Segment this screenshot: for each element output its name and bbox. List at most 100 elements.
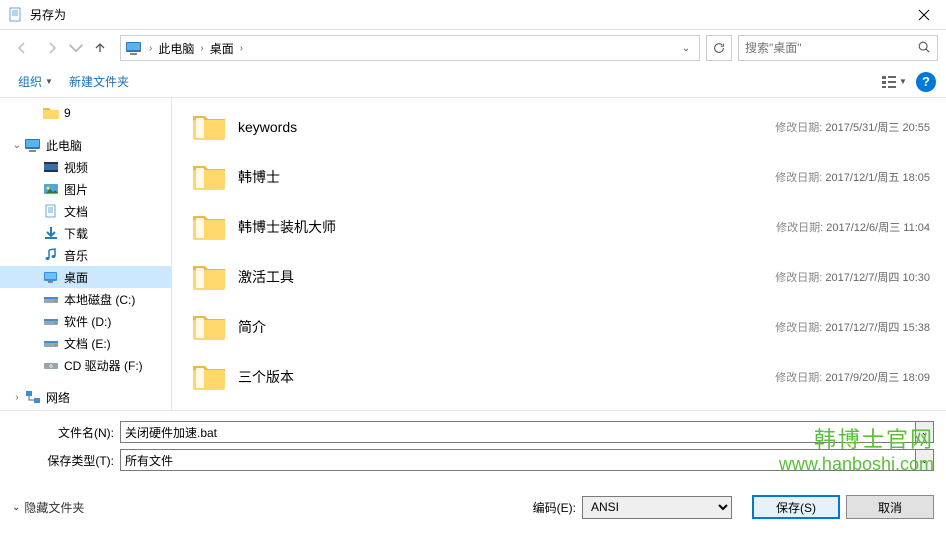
sidebar-item-5[interactable]: ›文档 [0, 200, 171, 222]
sidebar-item-2[interactable]: ⌄ 此电脑 [0, 134, 171, 156]
documents-icon [42, 203, 60, 219]
new-folder-button[interactable]: 新建文件夹 [61, 69, 137, 94]
search-input[interactable] [745, 41, 917, 55]
refresh-button[interactable] [706, 35, 732, 61]
cancel-button[interactable]: 取消 [846, 495, 934, 519]
search-icon[interactable] [917, 40, 931, 57]
search-box[interactable] [738, 35, 938, 61]
breadcrumb-separator: › [147, 43, 154, 54]
main-area: ›9⌄此电脑›视频›图片›文档›下载›音乐›桌面›本地磁盘 (C:)›软件 (D… [0, 98, 946, 410]
file-row[interactable]: 简介修改日期: 2017/12/7/周四 15:38 [172, 302, 946, 352]
save-button[interactable]: 保存(S) [752, 495, 840, 519]
savetype-dropdown[interactable]: ⌄ [916, 449, 934, 471]
app-icon [8, 7, 24, 23]
file-date: 修改日期: 2017/5/31/周三 20:55 [775, 119, 930, 135]
sidebar-item-label: 9 [64, 106, 71, 120]
sidebar-item-9[interactable]: ›本地磁盘 (C:) [0, 288, 171, 310]
encoding-label: 编码(E): [533, 499, 576, 516]
file-name: keywords [238, 119, 775, 135]
file-date: 修改日期: 2017/12/6/周三 11:04 [776, 219, 930, 235]
window-title: 另存为 [30, 6, 901, 23]
drive-icon [42, 291, 60, 307]
file-list[interactable]: keywords修改日期: 2017/5/31/周三 20:55韩博士修改日期:… [172, 98, 946, 410]
sidebar-item-label: 网络 [46, 389, 70, 406]
expand-icon[interactable]: › [10, 392, 24, 403]
sidebar-item-10[interactable]: ›软件 (D:) [0, 310, 171, 332]
sidebar-item-3[interactable]: ›视频 [0, 156, 171, 178]
sidebar-item-label: 视频 [64, 159, 88, 176]
breadcrumb-separator: › [198, 43, 205, 54]
filename-input[interactable] [120, 421, 916, 443]
file-date: 修改日期: 2017/12/7/周四 10:30 [775, 269, 930, 285]
back-button[interactable] [8, 35, 36, 61]
file-row[interactable]: keywords修改日期: 2017/5/31/周三 20:55 [172, 102, 946, 152]
filename-dropdown[interactable]: ⌄ [916, 421, 934, 443]
chevron-down-icon: ⌄ [12, 502, 20, 513]
pc-icon [24, 137, 42, 153]
hide-folders-toggle[interactable]: ⌄ 隐藏文件夹 [12, 499, 84, 516]
file-date: 修改日期: 2017/12/1/周五 18:05 [775, 169, 930, 185]
sidebar-item-0[interactable]: ›9 [0, 102, 171, 124]
folder-icon [190, 158, 228, 196]
organize-menu[interactable]: 组织▼ [10, 69, 61, 94]
breadcrumb-pc[interactable]: 此电脑 [154, 40, 198, 57]
network-icon [24, 389, 42, 405]
sidebar-item-12[interactable]: ›CD 驱动器 (F:) [0, 354, 171, 376]
help-button[interactable]: ? [916, 72, 936, 92]
filename-label: 文件名(N): [0, 424, 120, 441]
sidebar-item-11[interactable]: ›文档 (E:) [0, 332, 171, 354]
pc-icon [125, 40, 143, 56]
file-name: 韩博士 [238, 167, 775, 187]
folder-icon [190, 208, 228, 246]
address-bar[interactable]: › 此电脑 › 桌面 › ⌄ [120, 35, 700, 61]
sidebar-item-14[interactable]: › 网络 [0, 386, 171, 408]
recent-dropdown[interactable] [68, 35, 84, 61]
file-row[interactable]: 激活工具修改日期: 2017/12/7/周四 10:30 [172, 252, 946, 302]
folder-icon [190, 258, 228, 296]
sidebar-item-label: 软件 (D:) [64, 313, 111, 330]
up-button[interactable] [86, 35, 114, 61]
file-row[interactable]: 韩博士修改日期: 2017/12/1/周五 18:05 [172, 152, 946, 202]
toolbar: 组织▼ 新建文件夹 ▼ ? [0, 66, 946, 98]
file-name: 激活工具 [238, 267, 775, 287]
sidebar-item-label: 文档 (E:) [64, 335, 111, 352]
savetype-input[interactable] [120, 449, 916, 471]
forward-button[interactable] [38, 35, 66, 61]
sidebar-item-label: 下载 [64, 225, 88, 242]
view-mode-button[interactable]: ▼ [880, 70, 908, 94]
file-row[interactable]: 三个版本修改日期: 2017/9/20/周三 18:09 [172, 352, 946, 402]
folder-icon [190, 108, 228, 146]
sidebar-item-6[interactable]: ›下载 [0, 222, 171, 244]
sidebar-item-label: 图片 [64, 181, 88, 198]
save-form: 文件名(N): ⌄ 保存类型(T): ⌄ [0, 410, 946, 487]
file-row[interactable]: 韩博士装机大师修改日期: 2017/12/6/周三 11:04 [172, 202, 946, 252]
address-dropdown[interactable]: ⌄ [677, 43, 695, 54]
cd-icon [42, 357, 60, 373]
music-icon [42, 247, 60, 263]
close-button[interactable] [901, 0, 946, 30]
sidebar-item-label: 本地磁盘 (C:) [64, 291, 135, 308]
file-date: 修改日期: 2017/12/7/周四 15:38 [775, 319, 930, 335]
video-icon [42, 159, 60, 175]
sidebar-item-label: 桌面 [64, 269, 88, 286]
titlebar: 另存为 [0, 0, 946, 30]
folder-icon [42, 105, 60, 121]
sidebar[interactable]: ›9⌄此电脑›视频›图片›文档›下载›音乐›桌面›本地磁盘 (C:)›软件 (D… [0, 98, 172, 410]
breadcrumb-desktop[interactable]: 桌面 [206, 40, 238, 57]
file-name: 简介 [238, 317, 775, 337]
footer: ⌄ 隐藏文件夹 编码(E): ANSI 保存(S) 取消 [0, 487, 946, 527]
sidebar-item-label: 音乐 [64, 247, 88, 264]
sidebar-item-label: CD 驱动器 (F:) [64, 357, 143, 374]
breadcrumb-separator: › [238, 43, 245, 54]
folder-icon [190, 308, 228, 346]
desktop-icon [42, 269, 60, 285]
sidebar-item-4[interactable]: ›图片 [0, 178, 171, 200]
file-date: 修改日期: 2017/9/20/周三 18:09 [775, 369, 930, 385]
sidebar-item-7[interactable]: ›音乐 [0, 244, 171, 266]
drive-icon [42, 313, 60, 329]
encoding-select[interactable]: ANSI [582, 496, 732, 519]
savetype-label: 保存类型(T): [0, 452, 120, 469]
sidebar-item-8[interactable]: ›桌面 [0, 266, 171, 288]
sidebar-item-label: 此电脑 [46, 137, 82, 154]
expand-icon[interactable]: ⌄ [10, 140, 24, 151]
